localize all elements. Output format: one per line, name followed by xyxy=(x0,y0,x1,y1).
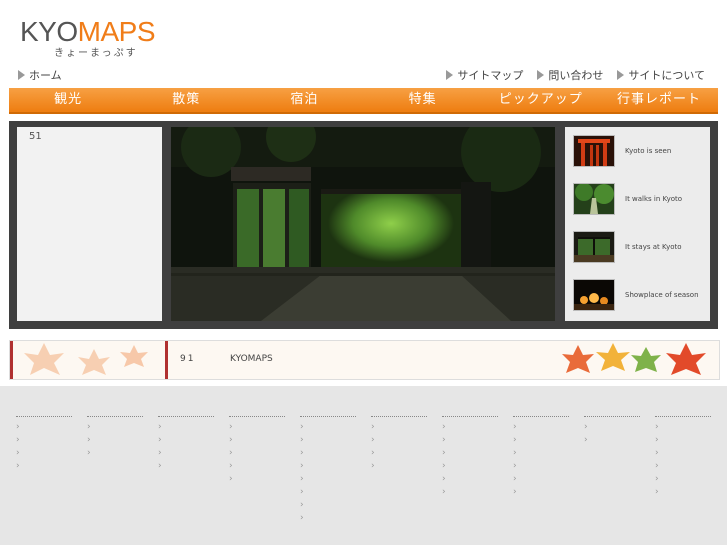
footer-column: › › › › › › xyxy=(655,416,711,499)
footer-sitemap: › › › › › › › › › › › › › › › › › › › › › › › › › › › › › › › › › ›… xyxy=(0,386,727,545)
triangle-right-icon xyxy=(537,70,545,80)
utility-links: サイトマップ 問い合わせ サイトについて xyxy=(446,67,705,83)
footer-column: › › › › › xyxy=(229,416,285,486)
logo-wordmark: KYOMAPS xyxy=(20,16,156,47)
thumbnail-item[interactable]: Showplace of season xyxy=(565,271,710,319)
thumbnail-label: Showplace of season xyxy=(625,291,699,299)
featured-photo[interactable] xyxy=(171,127,555,321)
banner-number: 91 xyxy=(180,354,196,364)
ryokan-room-thumbnail-icon xyxy=(573,231,615,263)
forest-path-thumbnail-icon xyxy=(573,183,615,215)
triangle-right-icon xyxy=(446,70,454,80)
about-link[interactable]: サイトについて xyxy=(617,67,705,83)
thumbnail-list: Kyoto is seen It walks in Kyoto It stays… xyxy=(565,127,710,321)
autumn-leaves-decoration-icon xyxy=(562,343,706,375)
kyomaps-logo[interactable]: KYOMAPS きょーまっぷす xyxy=(20,16,156,60)
nav-tab-features[interactable]: 特集 xyxy=(364,88,482,112)
main-nav: 観光 散策 宿泊 特集 ピックアップ 行事レポート xyxy=(9,88,718,114)
contact-label: 問い合わせ xyxy=(548,69,604,82)
triangle-right-icon xyxy=(617,70,625,80)
maple-leaf-decoration-icon xyxy=(24,343,148,375)
temple-garden-photo xyxy=(171,127,555,321)
logo-brand-left: KYO xyxy=(20,16,78,47)
sitemap-link[interactable]: サイトマップ xyxy=(446,67,523,83)
sitemap-label: サイトマップ xyxy=(457,69,524,82)
thumbnail-label: It stays at Kyoto xyxy=(625,243,682,251)
showcase-counter: 51 xyxy=(29,131,42,142)
footer-column: › › › › xyxy=(371,416,427,473)
nav-tab-sightseeing[interactable]: 観光 xyxy=(9,88,127,112)
night-illumination-thumbnail-icon xyxy=(573,279,615,311)
banner-title: KYOMAPS xyxy=(230,354,273,364)
footer-column: › › › › › › xyxy=(442,416,498,499)
nav-tab-pickup[interactable]: ピックアップ xyxy=(482,88,600,112)
news-banner[interactable]: 91 KYOMAPS xyxy=(9,340,720,380)
footer-column: › › › › › › › › xyxy=(300,416,356,525)
footer-column: › › › › xyxy=(158,416,214,473)
triangle-right-icon xyxy=(18,70,25,80)
nav-tab-lodging[interactable]: 宿泊 xyxy=(245,88,363,112)
contact-link[interactable]: 問い合わせ xyxy=(537,67,603,83)
home-link[interactable]: ホーム xyxy=(18,67,62,83)
thumbnail-label: Kyoto is seen xyxy=(625,147,672,155)
thumbnail-item[interactable]: Kyoto is seen xyxy=(565,127,710,175)
footer-column: › › xyxy=(584,416,640,447)
thumbnail-item[interactable]: It walks in Kyoto xyxy=(565,175,710,223)
showcase-info-panel: 51 xyxy=(17,127,162,321)
nav-tab-walking[interactable]: 散策 xyxy=(127,88,245,112)
torii-gates-thumbnail-icon xyxy=(573,135,615,167)
nav-tab-event-report[interactable]: 行事レポート xyxy=(600,88,718,112)
showcase: 51 Kyoto is seen It walks in Kyoto It st… xyxy=(9,121,718,329)
thumbnail-label: It walks in Kyoto xyxy=(625,195,683,203)
banner-accent-bar xyxy=(10,341,13,379)
logo-brand-right: MAPS xyxy=(77,16,156,47)
thumbnail-item[interactable]: It stays at Kyoto xyxy=(565,223,710,271)
home-label: ホーム xyxy=(29,69,62,82)
footer-column: › › › xyxy=(87,416,143,460)
footer-column: › › › › › › xyxy=(513,416,569,499)
header: KYOMAPS きょーまっぷす ホーム サイトマップ 問い合わせ サイトについて xyxy=(0,0,727,88)
banner-divider-bar xyxy=(165,341,168,379)
about-label: サイトについて xyxy=(628,69,705,82)
footer-column: › › › › xyxy=(16,416,72,473)
